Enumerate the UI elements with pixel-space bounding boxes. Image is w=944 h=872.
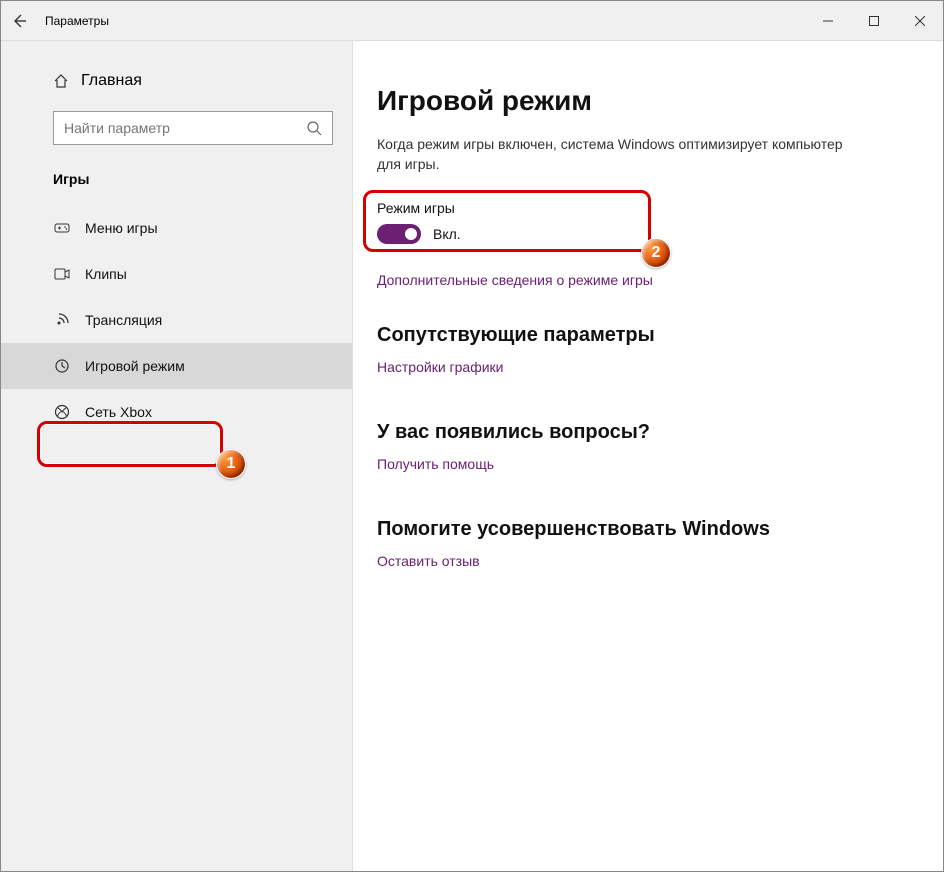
get-help-link[interactable]: Получить помощь: [377, 456, 494, 472]
search-input[interactable]: [64, 120, 306, 136]
nav-label: Меню игры: [85, 220, 158, 236]
maximize-button[interactable]: [851, 1, 897, 40]
annotation-badge-2: 2: [641, 238, 671, 268]
feedback-link[interactable]: Оставить отзыв: [377, 553, 480, 569]
game-mode-toggle-block: Режим игры Вкл. 2: [377, 200, 919, 244]
nav-item-game-bar[interactable]: Меню игры: [1, 205, 352, 251]
titlebar: Параметры: [1, 1, 943, 41]
feedback-heading: Помогите усовершенствовать Windows: [377, 518, 919, 541]
nav-list: Меню игры Клипы Трансляция Игровой режим…: [1, 205, 352, 435]
xbox-icon: [54, 404, 70, 420]
nav-label: Трансляция: [85, 312, 162, 328]
minimize-icon: [823, 16, 833, 26]
nav-item-game-mode[interactable]: Игровой режим: [1, 343, 352, 389]
main-content: Игровой режим Когда режим игры включен, …: [353, 41, 943, 871]
gamebar-icon: [54, 220, 70, 236]
game-mode-toggle[interactable]: [377, 224, 421, 244]
toggle-knob: [405, 228, 417, 240]
nav-item-broadcasting[interactable]: Трансляция: [1, 297, 352, 343]
window-title: Параметры: [37, 14, 109, 28]
window-controls: [805, 1, 943, 40]
sidebar: Главная Игры Меню игры Клипы: [1, 41, 353, 871]
page-description: Когда режим игры включен, система Window…: [377, 135, 857, 174]
category-title: Игры: [1, 155, 352, 195]
back-button[interactable]: [1, 13, 37, 29]
titlebar-left: Параметры: [1, 1, 109, 40]
close-button[interactable]: [897, 1, 943, 40]
gamemode-icon: [54, 358, 70, 374]
home-icon: [53, 73, 69, 89]
toggle-label: Режим игры: [377, 200, 919, 216]
graphics-settings-link[interactable]: Настройки графики: [377, 359, 504, 375]
related-heading: Сопутствующие параметры: [377, 324, 919, 347]
help-heading: У вас появились вопросы?: [377, 421, 919, 444]
search-icon: [306, 120, 322, 136]
minimize-button[interactable]: [805, 1, 851, 40]
captures-icon: [54, 266, 70, 282]
search-box[interactable]: [53, 111, 333, 145]
maximize-icon: [869, 16, 879, 26]
toggle-state: Вкл.: [433, 226, 461, 242]
home-label: Главная: [81, 72, 142, 90]
home-button[interactable]: Главная: [1, 61, 352, 101]
page-title: Игровой режим: [377, 85, 919, 117]
settings-window: Параметры Главная: [0, 0, 944, 872]
nav-item-captures[interactable]: Клипы: [1, 251, 352, 297]
nav-label: Клипы: [85, 266, 127, 282]
nav-label: Игровой режим: [85, 358, 185, 374]
broadcast-icon: [54, 312, 70, 328]
more-info-link[interactable]: Дополнительные сведения о режиме игры: [377, 272, 653, 288]
annotation-badge-1: 1: [216, 449, 246, 479]
close-icon: [915, 16, 925, 26]
nav-label: Сеть Xbox: [85, 404, 152, 420]
arrow-left-icon: [11, 13, 27, 29]
nav-item-xbox-network[interactable]: Сеть Xbox: [1, 389, 352, 435]
